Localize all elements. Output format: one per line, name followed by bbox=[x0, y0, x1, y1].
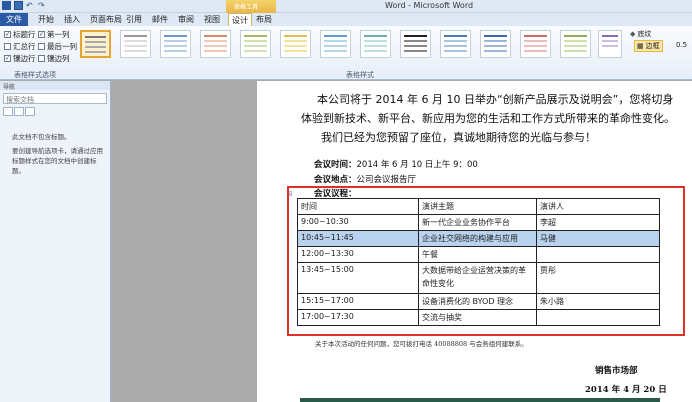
signature-department: 销售市场部 bbox=[595, 366, 638, 376]
checkbox-banded-columns[interactable]: 镶边列 bbox=[38, 53, 70, 64]
nav-pane-title: 导航 bbox=[0, 81, 110, 91]
title-bar: ↶ ↷ 表格工具 Word - Microsoft Word bbox=[0, 0, 692, 13]
meeting-place: 会议地点：公司会议报告厅 bbox=[314, 173, 416, 185]
table-style-swatch[interactable] bbox=[200, 30, 231, 58]
tab-mailings[interactable]: 邮件 bbox=[152, 14, 168, 25]
tab-review[interactable]: 审阅 bbox=[178, 14, 194, 25]
borders-button[interactable]: ▦ 边框 bbox=[634, 40, 663, 52]
nav-headings-tab-icon[interactable] bbox=[3, 107, 13, 116]
checkbox-total-row[interactable]: 汇总行 bbox=[4, 41, 36, 52]
table-style-swatch[interactable] bbox=[520, 30, 551, 58]
tab-view[interactable]: 视图 bbox=[204, 14, 220, 25]
page-bottom-decoration bbox=[300, 398, 660, 402]
checkbox-label: 第一列 bbox=[47, 30, 70, 39]
checkbox-label: 镶边列 bbox=[47, 54, 70, 63]
borders-label: 边框 bbox=[645, 42, 660, 50]
checkbox-label: 镶边行 bbox=[13, 54, 36, 63]
tab-home[interactable]: 开始 bbox=[38, 14, 54, 25]
checkbox-label: 最后一列 bbox=[47, 42, 77, 51]
intro-line-1: 本公司将于 2014 年 6 月 10 日举办“创新产品展示及说明会”，您将切身 bbox=[317, 93, 674, 106]
tab-insert[interactable]: 插入 bbox=[64, 14, 80, 25]
table-style-swatch[interactable] bbox=[440, 30, 471, 58]
undo-icon[interactable]: ↶ bbox=[26, 1, 35, 10]
paint-bucket-icon: ◆ bbox=[630, 30, 636, 38]
ribbon-tabs: 文件 开始 插入 页面布局 引用 邮件 审阅 视图 设计 布局 bbox=[0, 13, 692, 26]
window-title: Word - Microsoft Word bbox=[385, 1, 474, 10]
navigation-pane: 导航 搜索文档 此文档不包含标题。 要创建导航选项卡，请通过应用标题样式在您的文… bbox=[0, 81, 111, 402]
tab-file[interactable]: 文件 bbox=[0, 13, 28, 26]
table-style-swatch[interactable] bbox=[240, 30, 271, 58]
borders-icon: ▦ bbox=[637, 42, 644, 50]
table-style-swatch[interactable] bbox=[120, 30, 151, 58]
table-style-swatch[interactable] bbox=[560, 30, 591, 58]
quick-access-toolbar: ↶ ↷ bbox=[2, 1, 47, 10]
save-icon[interactable] bbox=[14, 1, 23, 10]
empty-box-icon bbox=[38, 55, 45, 62]
nav-no-headings-msg: 此文档不包含标题。 bbox=[12, 133, 71, 141]
table-style-swatch[interactable] bbox=[360, 30, 391, 58]
table-styles-gallery bbox=[80, 30, 628, 60]
nav-results-tab-icon[interactable] bbox=[25, 107, 35, 116]
context-tab-band: 表格工具 bbox=[226, 0, 276, 13]
nav-create-headings-msg: 要创建导航选项卡，请通过应用标题样式在您的文档中创建标题。 bbox=[12, 147, 103, 175]
shading-button[interactable]: ◆ 底纹 bbox=[630, 29, 651, 39]
tab-references[interactable]: 引用 bbox=[126, 14, 142, 25]
intro-line-2: 体验到新技术、新平台、新应用为您的生活和工作方式所带来的革命性变化。 bbox=[301, 112, 675, 125]
ribbon: ✓ 标题行 ✓ 第一列 汇总行 最后一列 ✓ 镶边行 镶边列 表格样式选项 表格… bbox=[0, 26, 692, 80]
nav-pages-tab-icon[interactable] bbox=[14, 107, 24, 116]
intro-line-3: 我们已经为您预留了座位，真诚地期待您的光临与参与！ bbox=[321, 131, 596, 144]
checkbox-label: 汇总行 bbox=[13, 42, 36, 51]
tab-page-layout[interactable]: 页面布局 bbox=[90, 14, 122, 25]
meeting-time-label: 会议时间： bbox=[314, 160, 357, 170]
checkbox-first-column[interactable]: ✓ 第一列 bbox=[38, 29, 70, 40]
check-icon: ✓ bbox=[4, 31, 11, 38]
table-style-swatch[interactable] bbox=[598, 30, 622, 58]
checkbox-last-column[interactable]: 最后一列 bbox=[38, 41, 77, 52]
table-style-swatch[interactable] bbox=[480, 30, 511, 58]
group-label-table-options: 表格样式选项 bbox=[14, 71, 56, 79]
word-logo-icon[interactable] bbox=[2, 1, 11, 10]
shading-label: 底纹 bbox=[637, 30, 652, 38]
table-style-swatch[interactable] bbox=[320, 30, 351, 58]
pen-weight[interactable]: 0.5 bbox=[676, 41, 687, 49]
table-style-swatch[interactable] bbox=[400, 30, 431, 58]
meeting-place-value: 公司会议报告厅 bbox=[356, 175, 417, 185]
meeting-place-label: 会议地点： bbox=[314, 175, 357, 185]
checkbox-header-row[interactable]: ✓ 标题行 bbox=[4, 29, 36, 40]
table-style-swatch[interactable] bbox=[160, 30, 191, 58]
check-icon: ✓ bbox=[4, 55, 11, 62]
tab-layout[interactable]: 布局 bbox=[256, 14, 272, 25]
table-style-swatch[interactable] bbox=[280, 30, 311, 58]
group-label-table-styles: 表格样式 bbox=[346, 71, 374, 79]
check-icon: ✓ bbox=[38, 31, 45, 38]
nav-view-tabs bbox=[3, 107, 35, 116]
contact-note: 关于本次活动的任何问题，您可拨打电话 40088808 与会务组何建联系。 bbox=[315, 340, 528, 348]
meeting-time-value: 2014 年 6 月 10 日上午 9：00 bbox=[356, 160, 478, 170]
nav-search-input[interactable]: 搜索文档 bbox=[3, 93, 107, 104]
tab-design[interactable]: 设计 bbox=[228, 13, 252, 26]
context-tab-label: 表格工具 bbox=[234, 4, 259, 11]
checkbox-banded-rows[interactable]: ✓ 镶边行 bbox=[4, 53, 36, 64]
empty-box-icon bbox=[4, 43, 11, 50]
table-style-swatch[interactable] bbox=[80, 30, 111, 58]
checkbox-label: 标题行 bbox=[13, 30, 36, 39]
meeting-time: 会议时间：2014 年 6 月 10 日上午 9：00 bbox=[314, 158, 478, 170]
signature-date: 2014 年 4 月 20 日 bbox=[585, 385, 667, 395]
empty-box-icon bbox=[38, 43, 45, 50]
highlight-annotation-box bbox=[287, 186, 685, 336]
redo-icon[interactable]: ↷ bbox=[38, 1, 47, 10]
